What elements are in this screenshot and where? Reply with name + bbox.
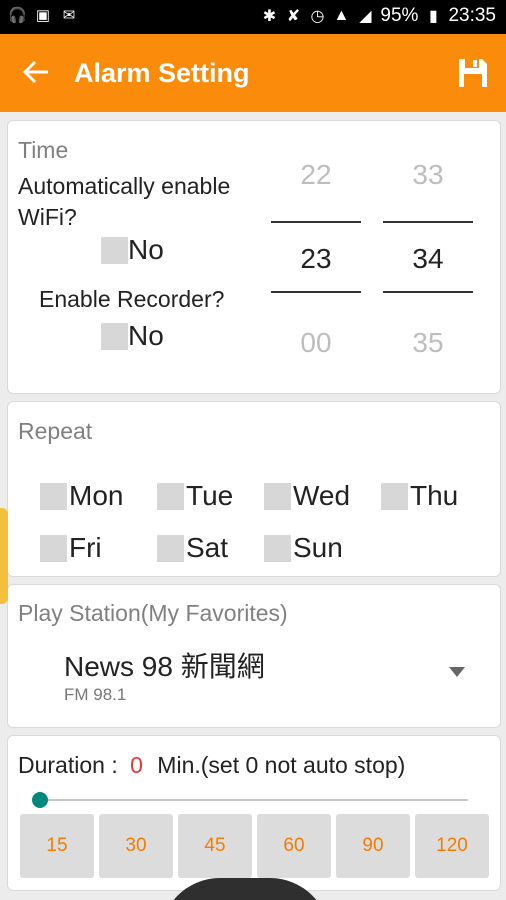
day-mon[interactable]: Mon (40, 480, 123, 512)
duration-label: Duration : (18, 752, 118, 778)
minute-divider-top (383, 221, 473, 223)
recorder-checkbox-label: No (128, 320, 164, 351)
recorder-checkbox[interactable]: No (101, 320, 164, 352)
duration-note: Min.(set 0 not auto stop) (157, 752, 406, 778)
battery-percent: 95% (380, 5, 419, 26)
status-left-icons: 🎧 ▣ ✉ (8, 7, 78, 25)
wifi-checkbox-label: No (128, 234, 164, 265)
wifi-icon: ▲ (333, 7, 350, 24)
day-thu-checkbox[interactable] (381, 482, 408, 510)
status-time: 23:35 (448, 5, 496, 26)
station-frequency: FM 98.1 (64, 685, 127, 704)
station-name: News 98 新聞網 (64, 651, 265, 682)
wifi-checkbox-box[interactable] (101, 236, 128, 264)
preset-30-button[interactable]: 30 (99, 814, 173, 878)
status-right: ✱ ✘ ◷ ▲ ◢ 95% ▮ 23:35 (260, 5, 496, 27)
day-sun-label: Sun (293, 532, 343, 563)
day-thu-label: Thu (410, 480, 459, 511)
station-dropdown[interactable]: News 98 新聞網 FM 98.1 (60, 643, 480, 709)
signal-icon: ◢ (359, 8, 372, 25)
station-card: Play Station(My Favorites) News 98 新聞網 F… (7, 584, 501, 728)
day-fri-label: Fri (69, 532, 102, 563)
minute-next[interactable]: 35 (383, 327, 473, 359)
save-icon[interactable] (456, 56, 490, 90)
time-label: Time (18, 137, 69, 163)
recorder-label: Enable Recorder? (39, 286, 225, 312)
image-icon: ▣ (35, 7, 51, 24)
minute-current[interactable]: 34 (383, 243, 473, 275)
duration-slider-thumb[interactable] (32, 792, 48, 808)
repeat-label: Repeat (18, 418, 93, 444)
mail-icon: ✉ (62, 7, 76, 24)
duration-value: 0 (130, 752, 143, 778)
day-tue-label: Tue (186, 480, 234, 511)
wifi-checkbox[interactable]: No (101, 234, 164, 266)
hour-divider-bottom (271, 291, 361, 293)
preset-45-button[interactable]: 45 (178, 814, 252, 878)
station-label: Play Station(My Favorites) (18, 600, 288, 626)
time-card: Time Automatically enable WiFi? No Enabl… (7, 120, 501, 394)
day-tue-checkbox[interactable] (157, 482, 184, 510)
day-wed-checkbox[interactable] (264, 482, 291, 510)
headphones-icon: 🎧 (8, 7, 27, 24)
hour-next[interactable]: 00 (271, 327, 361, 359)
duration-card: Duration : 0 Min.(set 0 not auto stop) 1… (7, 735, 501, 891)
preset-60-button[interactable]: 60 (257, 814, 331, 878)
recorder-checkbox-box[interactable] (101, 322, 128, 350)
day-tue[interactable]: Tue (157, 480, 233, 512)
day-sun[interactable]: Sun (264, 532, 343, 564)
day-sat-checkbox[interactable] (157, 534, 184, 562)
preset-90-button[interactable]: 90 (336, 814, 410, 878)
day-wed[interactable]: Wed (264, 480, 350, 512)
minute-divider-bottom (383, 291, 473, 293)
bluetooth-icon: ✱ (262, 8, 277, 25)
day-sun-checkbox[interactable] (264, 534, 291, 562)
day-thu[interactable]: Thu (381, 480, 458, 512)
repeat-card: Repeat Mon Tue Wed Thu Fri Sat Sun (7, 401, 501, 577)
preset-120-button[interactable]: 120 (415, 814, 489, 878)
app-bar: Alarm Setting (0, 34, 506, 112)
preset-15-button[interactable]: 15 (20, 814, 94, 878)
back-arrow-icon[interactable] (20, 56, 52, 88)
battery-icon: ▮ (429, 8, 438, 25)
dropdown-arrow-icon[interactable] (449, 667, 465, 677)
minute-prev[interactable]: 33 (383, 159, 473, 191)
status-bar: 🎧 ▣ ✉ ✱ ✘ ◷ ▲ ◢ 95% ▮ 23:35 (0, 0, 506, 34)
day-mon-label: Mon (69, 480, 124, 511)
day-sat[interactable]: Sat (157, 532, 228, 564)
mute-icon: ✘ (286, 8, 301, 25)
day-fri[interactable]: Fri (40, 532, 102, 564)
hour-prev[interactable]: 22 (271, 159, 361, 191)
day-fri-checkbox[interactable] (40, 534, 67, 562)
day-mon-checkbox[interactable] (40, 482, 67, 510)
hour-divider-top (271, 221, 361, 223)
duration-slider[interactable] (32, 790, 468, 810)
alarm-icon: ◷ (310, 8, 325, 25)
duration-slider-track (32, 799, 468, 801)
page-title: Alarm Setting (74, 58, 250, 88)
hour-current[interactable]: 23 (271, 243, 361, 275)
wifi-label: Automatically enable WiFi? (18, 173, 231, 230)
day-sat-label: Sat (186, 532, 229, 563)
side-drawer-handle[interactable] (0, 508, 8, 604)
day-wed-label: Wed (293, 480, 351, 511)
duration-row: Duration : 0 Min.(set 0 not auto stop) (18, 752, 405, 779)
